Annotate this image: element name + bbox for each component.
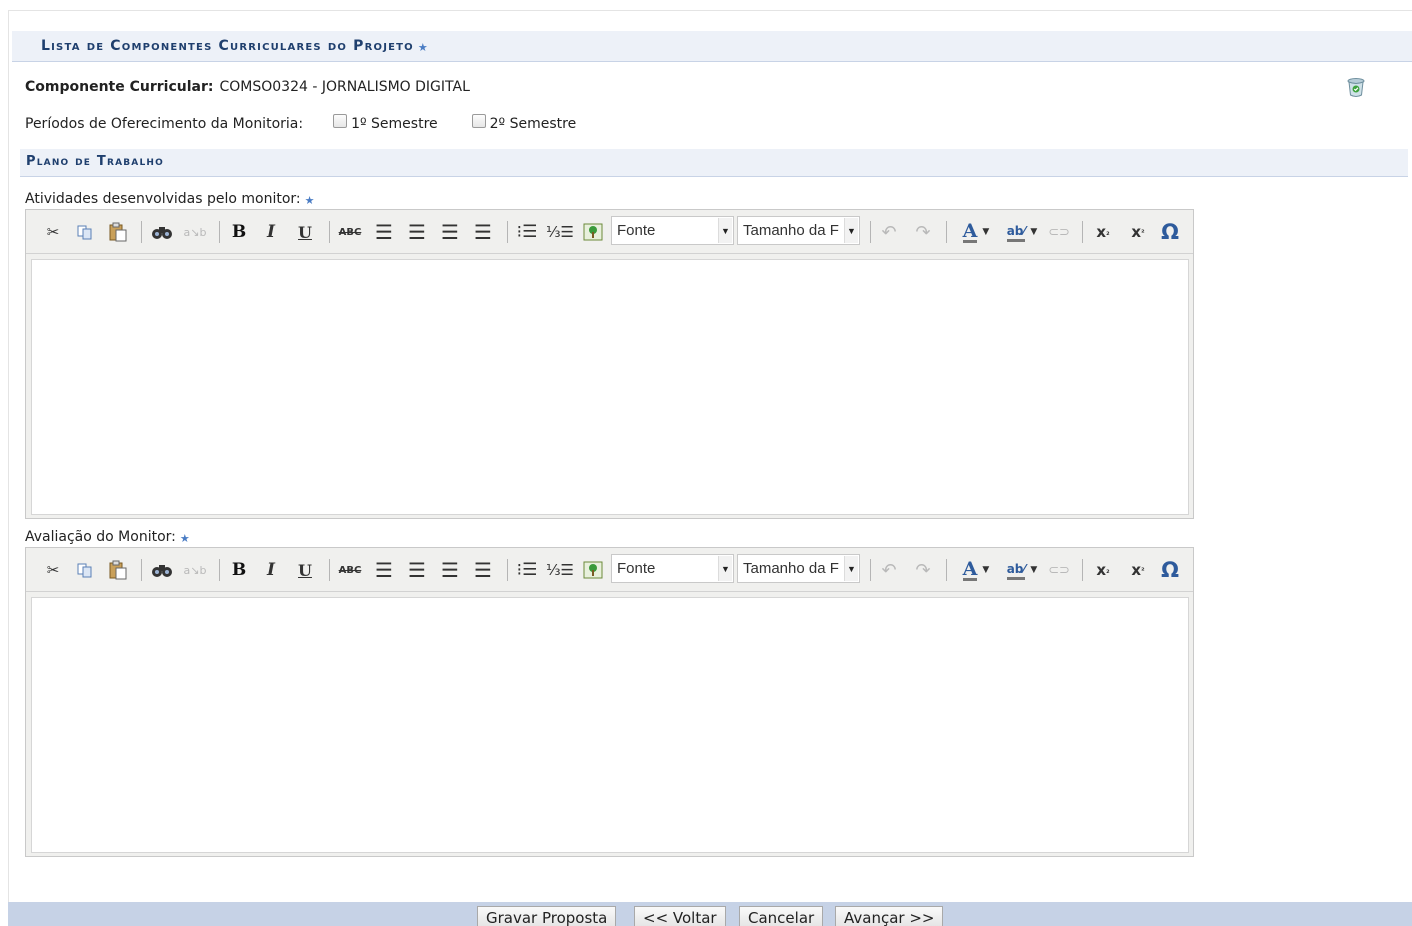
cancelar-button[interactable]: Cancelar (739, 906, 824, 926)
align-right-icon[interactable]: ☰ (438, 558, 462, 582)
copy-icon[interactable] (74, 220, 96, 244)
highlight-color-icon[interactable]: ab⁄ ▼ (1000, 558, 1044, 582)
avaliacao-textarea[interactable] (31, 597, 1189, 853)
strikethrough-icon[interactable]: ABC (337, 558, 363, 582)
semestre-2-checkbox[interactable] (471, 114, 486, 128)
undo-icon[interactable]: ↶ (878, 220, 900, 244)
plano-title: Plano de Trabalho (26, 154, 164, 169)
avaliacao-editor: ✂ a↘b B I U ABC ☰ ☰ ☰ ☰ ⁝☰ ⅓☰ Fonte ▼ Ta… (25, 547, 1194, 857)
cut-icon[interactable]: ✂ (42, 220, 64, 244)
atividades-textarea[interactable] (31, 259, 1189, 515)
align-right-icon[interactable]: ☰ (438, 220, 462, 244)
strikethrough-icon[interactable]: ABC (337, 220, 363, 244)
semestre-2-label: 2º Semestre (489, 116, 577, 132)
editor-toolbar: ✂ a↘b B I U ABC ☰ ☰ ☰ ☰ ⁝☰ ⅓☰ Fonte ▼ Ta… (26, 210, 1193, 254)
font-size-select[interactable]: Tamanho da F ▼ (737, 554, 860, 583)
image-icon[interactable] (582, 558, 604, 582)
replace-icon[interactable]: a↘b (182, 220, 208, 244)
italic-icon[interactable]: I (260, 558, 282, 582)
bold-icon[interactable]: B (228, 220, 250, 244)
chevron-down-icon: ▼ (718, 556, 732, 581)
font-select[interactable]: Fonte ▼ (611, 216, 734, 245)
editor-toolbar: ✂ a↘b B I U ABC ☰ ☰ ☰ ☰ ⁝☰ ⅓☰ Fonte ▼ Ta… (26, 548, 1193, 592)
periodo-option-2[interactable]: 2º Semestre (471, 114, 577, 132)
font-select[interactable]: Fonte ▼ (611, 554, 734, 583)
chevron-down-icon: ▼ (844, 556, 858, 581)
section-header: Lista de Componentes Curriculares do Pro… (12, 31, 1412, 62)
replace-icon[interactable]: a↘b (182, 558, 208, 582)
subscript-icon[interactable]: x₂ (1092, 558, 1114, 582)
cut-icon[interactable]: ✂ (42, 558, 64, 582)
copy-icon[interactable] (74, 558, 96, 582)
gravar-proposta-button[interactable]: Gravar Proposta (477, 906, 617, 926)
bullet-list-icon[interactable]: ⁝☰ (515, 220, 539, 244)
componente-label: Componente Curricular: (25, 79, 214, 95)
chevron-down-icon: ▼ (718, 218, 732, 243)
text-color-icon[interactable]: A ▼ (955, 558, 997, 582)
align-center-icon[interactable]: ☰ (405, 558, 429, 582)
underline-icon[interactable]: U (294, 558, 316, 582)
semestre-1-checkbox[interactable] (333, 114, 348, 128)
align-left-icon[interactable]: ☰ (372, 558, 396, 582)
image-icon[interactable] (582, 220, 604, 244)
section-title: Lista de Componentes Curriculares do Pro… (41, 38, 429, 54)
avancar-button[interactable]: Avançar >> (835, 906, 944, 926)
periodos-label: Períodos de Oferecimento da Monitoria: (25, 116, 304, 132)
numbered-list-icon[interactable]: ⅓☰ (546, 220, 574, 244)
bullet-list-icon[interactable]: ⁝☰ (515, 558, 539, 582)
subscript-icon[interactable]: x₂ (1092, 220, 1114, 244)
align-center-icon[interactable]: ☰ (405, 220, 429, 244)
trash-icon[interactable] (1346, 77, 1366, 98)
italic-icon[interactable]: I (260, 220, 282, 244)
find-icon[interactable] (150, 558, 174, 582)
redo-icon[interactable]: ↷ (912, 220, 934, 244)
periodo-option-1[interactable]: 1º Semestre (333, 114, 438, 132)
chevron-down-icon: ▼ (844, 218, 858, 243)
bold-icon[interactable]: B (228, 558, 250, 582)
special-char-icon[interactable]: Ω (1158, 558, 1182, 582)
paste-icon[interactable] (106, 558, 130, 582)
componente-curricular-row: Componente Curricular: COMSO0324 - JORNAL… (25, 79, 470, 95)
align-justify-icon[interactable]: ☰ (471, 220, 495, 244)
semestre-1-label: 1º Semestre (351, 116, 438, 132)
superscript-icon[interactable]: x² (1127, 220, 1149, 244)
required-star-icon: ★ (417, 41, 429, 54)
required-star-icon: ★ (304, 194, 315, 207)
special-char-icon[interactable]: Ω (1158, 220, 1182, 244)
align-left-icon[interactable]: ☰ (372, 220, 396, 244)
avaliacao-label: Avaliação do Monitor: ★ (25, 529, 190, 545)
underline-icon[interactable]: U (294, 220, 316, 244)
atividades-label: Atividades desenvolvidas pelo monitor: ★ (25, 191, 315, 207)
voltar-button[interactable]: << Voltar (634, 906, 726, 926)
undo-icon[interactable]: ↶ (878, 558, 900, 582)
font-size-select[interactable]: Tamanho da F ▼ (737, 216, 860, 245)
link-icon[interactable]: ⊂⊃ (1048, 558, 1070, 582)
numbered-list-icon[interactable]: ⅓☰ (546, 558, 574, 582)
atividades-editor: ✂ a↘b B I U ABC ☰ ☰ ☰ ☰ ⁝☰ ⅓☰ Fonte ▼ Ta… (25, 209, 1194, 519)
highlight-color-icon[interactable]: ab⁄ ▼ (1000, 220, 1044, 244)
link-icon[interactable]: ⊂⊃ (1048, 220, 1070, 244)
paste-icon[interactable] (106, 220, 130, 244)
componente-value: COMSO0324 - JORNALISMO DIGITAL (219, 79, 470, 95)
plano-header: Plano de Trabalho (20, 149, 1408, 177)
redo-icon[interactable]: ↷ (912, 558, 934, 582)
periodos-row: Períodos de Oferecimento da Monitoria: 1… (25, 114, 577, 132)
required-star-icon: ★ (179, 532, 190, 545)
text-color-icon[interactable]: A ▼ (955, 220, 997, 244)
align-justify-icon[interactable]: ☰ (471, 558, 495, 582)
find-icon[interactable] (150, 220, 174, 244)
superscript-icon[interactable]: x² (1127, 558, 1149, 582)
